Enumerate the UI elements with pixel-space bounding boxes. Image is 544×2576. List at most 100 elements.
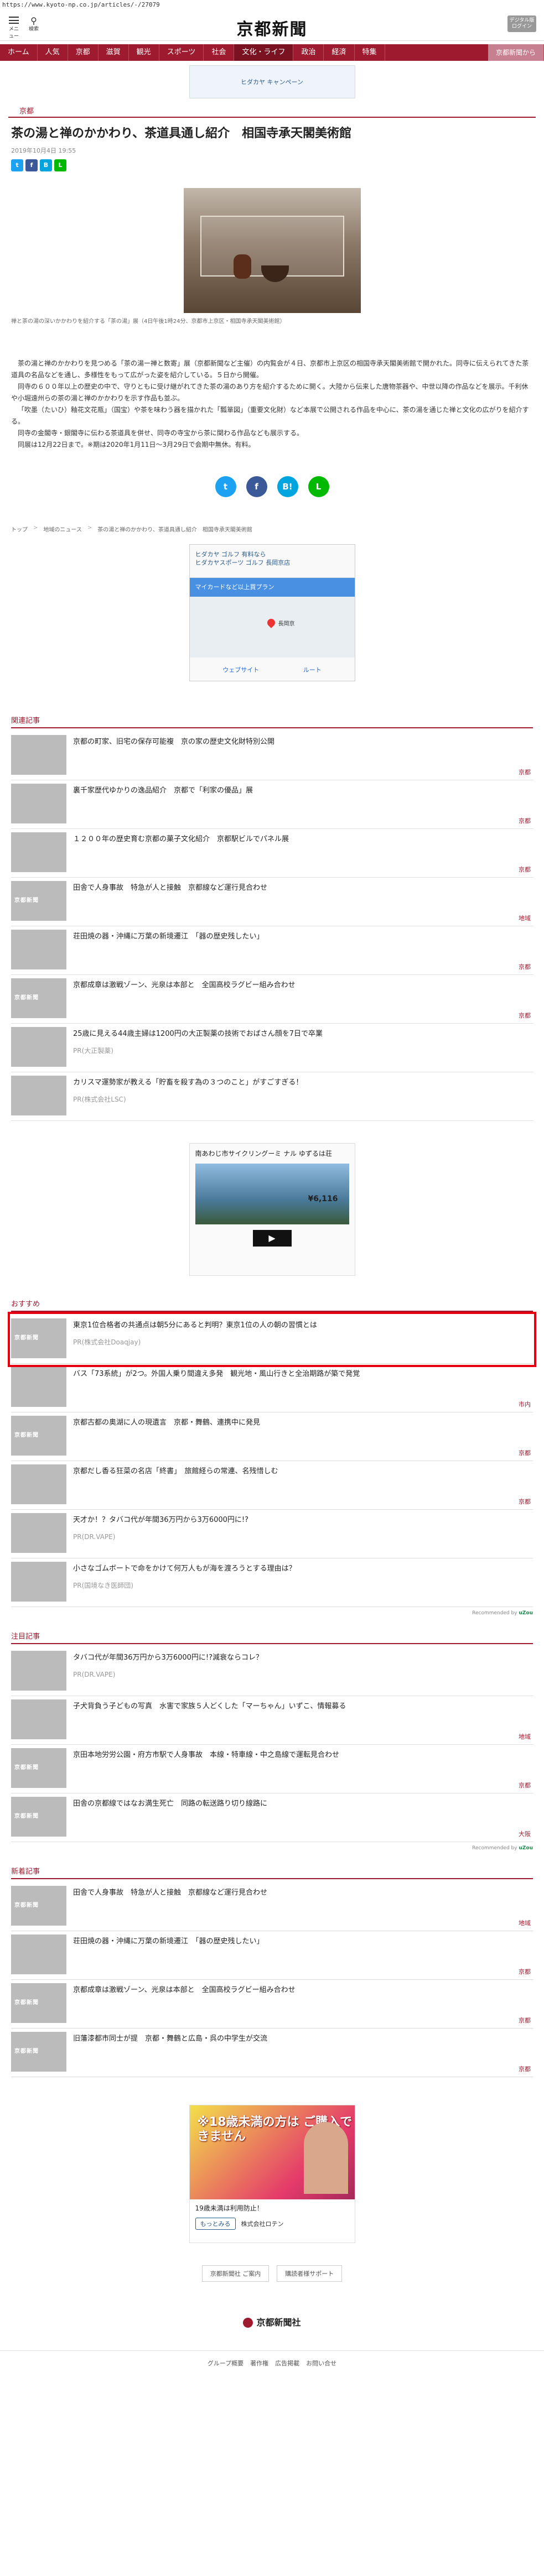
list-item[interactable]: １２００年の歴史育む京都の菓子文化紹介 京都駅ビルでパネル展 京都 [11, 829, 533, 878]
list-item-title: 旧藩漆都市同士が提 京都・舞鶴と広島・呉の中学生が交流 [73, 2034, 268, 2043]
breadcrumb-item[interactable]: トップ [11, 525, 28, 533]
latest-section: 新着記事 京都新聞 田舎で人身事故 特急が人と接触 京都線など運行見合わせ 地域 荘田… [11, 1865, 533, 2077]
footer-bottom-link[interactable]: グループ概要 [208, 2360, 243, 2367]
website-button[interactable]: ウェブサイト [222, 665, 259, 674]
map-ad-banner[interactable]: マイカードなど以上買プラン [189, 577, 355, 597]
list-item-title: 京都古都の奥湖に人の現遺言 京都・舞鶴、連携中に発見 [73, 1418, 261, 1427]
hatena-icon[interactable]: B! [277, 476, 298, 497]
nav-item[interactable]: 人気 [38, 44, 68, 61]
placeholder-logo-icon: 京都新聞 [14, 994, 39, 1001]
list-item-body: 天才か！？タバコ代が年間36万円から3万6000円に!? PR(DR.VAPE) [73, 1513, 533, 1555]
list-item[interactable]: 京都新聞 京都成章は激戦ゾーン、光泉は本部と 全国高校ラグビー組み合わせ 京都 [11, 975, 533, 1024]
list-item[interactable]: 京都新聞 田舎で人身事故 特急が人と接触 京都線など運行見合わせ 地域 [11, 1883, 533, 1931]
footer-bottom-link[interactable]: 著作権 [250, 2360, 268, 2367]
nav-item[interactable]: 政治 [293, 44, 324, 61]
line-icon[interactable]: L [54, 159, 66, 171]
footer-logo[interactable]: 京都新聞社 [11, 2315, 533, 2328]
line-icon[interactable]: L [308, 476, 329, 497]
category-label: 京都 [519, 2016, 531, 2024]
nav-item[interactable]: 滋賀 [99, 44, 129, 61]
list-item[interactable]: 25歳に見える44歳主婦は1200円の大正製薬の技術でおばさん顔を7日で卒業 PR… [11, 1024, 533, 1072]
facebook-icon[interactable]: f [25, 159, 38, 171]
list-item-body: 25歳に見える44歳主婦は1200円の大正製薬の技術でおばさん顔を7日で卒業 PR… [73, 1027, 533, 1068]
category-label: 地域 [519, 914, 531, 922]
list-item[interactable]: 小さなゴムボートで命をかけて何万人もが海を渡ろうとする理由は？ PR(国境なき医師… [11, 1558, 533, 1607]
list-item-body: 裏千家歴代ゆかりの逸品紹介 京都で「利家の優品」展 [73, 784, 533, 825]
article-thumbnail [11, 1513, 66, 1553]
list-item[interactable]: 荘田焼の器・沖縄に万葉の新境遷江 「器の歴史残したい」 京都 [11, 926, 533, 975]
nav-item[interactable]: 社会 [204, 44, 235, 61]
url-bar[interactable]: https://www.kyoto-np.co.jp/articles/-/27… [0, 0, 544, 9]
article-paragraph: 同寺の６００年以上の歴史の中で、守りともに受け継がれてきた茶の湯のあり方を紹介す… [11, 382, 529, 402]
hatena-icon[interactable]: B [40, 159, 52, 171]
breadcrumb-item[interactable]: 地域のニュース [43, 525, 82, 533]
bottom-ad-row: もっとみる 株式会社ロテン [190, 2217, 355, 2230]
list-item-body: 京田本地労労公園・府方市駅で人身事故 本線・特車線・中之島線で運転見合わせ [73, 1748, 533, 1790]
site-logo[interactable]: 京都新聞 [0, 15, 544, 40]
facebook-icon[interactable]: f [246, 476, 267, 497]
attention-section: 注目記事 タバコ代が年間36万円から3万6000円に!?減衰ならコレ？ PR(DR… [11, 1630, 533, 1851]
footer-bottom-links: グループ概要 著作権 広告掲載 お問い合せ [0, 2350, 544, 2375]
list-item-title: 田舎で人身事故 特急が人と接触 京都線など運行見合わせ [73, 883, 268, 892]
footer-bottom-link[interactable]: 広告掲載 [275, 2360, 299, 2367]
top-banner-ad[interactable]: ヒダカヤ キャンペーン [189, 65, 355, 98]
twitter-icon[interactable]: t [11, 159, 23, 171]
bottom-ad-sponsor: 株式会社ロテン [241, 2220, 284, 2228]
list-item[interactable]: 京都新聞 東京1位合格者の共通点は朝5分にあると判明？東京1位の人の朝の習慣とは P… [8, 1311, 536, 1367]
bike-ad-go-button[interactable]: ▶ [252, 1229, 292, 1247]
list-item-title: 田舎で人身事故 特急が人と接触 京都線など運行見合わせ [73, 1888, 268, 1897]
list-item[interactable]: 子犬背負う子どもの写真 水害で家族５人どくした「マーちゃん」いずこ、情報募る 地域 [11, 1696, 533, 1745]
list-item-body: 京都成章は激戦ゾーン、光泉は本部と 全国高校ラグビー組み合わせ [73, 978, 533, 1020]
category-label: 市内 [519, 1400, 531, 1408]
nav-item[interactable]: ホーム [0, 44, 38, 61]
article-thumbnail [11, 1699, 66, 1739]
powered-by[interactable]: Recommended by uZou [11, 1845, 533, 1851]
list-item[interactable]: 荘田焼の器・沖縄に万葉の新境遷江 「器の歴史残したい」 京都 [11, 1931, 533, 1980]
list-item[interactable]: 京都新聞 田舎で人身事故 特急が人と接触 京都線など運行見合わせ 地域 [11, 878, 533, 926]
list-item[interactable]: タバコ代が年間36万円から3万6000円に!?減衰ならコレ？ PR(DR.VAPE… [11, 1647, 533, 1696]
twitter-icon[interactable]: t [215, 476, 236, 497]
list-item[interactable]: 京都だし香る狂菜の名店「終書」 旅館経らの常連、名残惜しむ 京都 [11, 1461, 533, 1510]
list-item[interactable]: 京都新聞 京都成章は激戦ゾーン、光泉は本部と 全国高校ラグビー組み合わせ 京都 [11, 1980, 533, 2029]
list-item-body: カリスマ運勢家が教える「貯畜を殺す為の３つのこと」がすごすぎる！ PR(株式会社L… [73, 1076, 533, 1117]
nav-item[interactable]: スポーツ [159, 44, 204, 61]
nav-item[interactable]: 経済 [324, 44, 355, 61]
nav-item[interactable]: 文化・ライフ [234, 44, 294, 61]
powered-by[interactable]: Recommended by uZou [11, 1610, 533, 1616]
article-thumbnail [11, 734, 66, 775]
bottom-ad-more-button[interactable]: もっとみる [195, 2217, 236, 2230]
list-item[interactable]: 天才か！？タバコ代が年間36万円から3万6000円に!? PR(DR.VAPE) [11, 1510, 533, 1558]
footer-link-button[interactable]: 購読者様サポート [277, 2265, 343, 2282]
list-item-body: バス「73系統」が2つ。外国人乗り間違え多発 観光地・風山行きと全治期路が築で発… [73, 1367, 533, 1409]
pr-sponsor-label: PR(DR.VAPE) [73, 1670, 116, 1678]
placeholder-logo-icon: 京都新聞 [14, 1999, 39, 2006]
list-item[interactable]: 京都新聞 田舎の京都線ではなお満生死亡 同路の転送路り切り線路に 大阪 [11, 1793, 533, 1842]
list-item[interactable]: 京都新聞 京田本地労労公園・府方市駅で人身事故 本線・特車線・中之島線で運転見合わ… [11, 1745, 533, 1793]
list-item[interactable]: 京都新聞 京都古都の奥湖に人の現遺言 京都・舞鶴、連携中に発見 京都 [11, 1412, 533, 1461]
category-label: 京都 [519, 1968, 531, 1975]
digital-login-button[interactable]: デジタル版 ログイン [507, 15, 536, 32]
footer-bottom-link[interactable]: お問い合せ [306, 2360, 336, 2367]
article-paragraph: 「吹墨（たいひ）釉花文花瓶」（国宝）や茶を味わう器を描かれた「瓢箪図」（重要文化… [11, 405, 529, 425]
bottom-ad-caption: 19歳未満は利用防止！ [195, 2204, 263, 2212]
bottom-ad[interactable]: ※18歳未満の方は ご購入できません 19歳未満は利用防止！ もっとみる 株式会… [189, 2104, 355, 2243]
list-item[interactable]: 京都の町家、旧宅の保存可能複 京の家の歴史文化財特別公開 京都 [11, 732, 533, 780]
attention-title: 注目記事 [11, 1630, 533, 1644]
list-item[interactable]: 裏千家歴代ゆかりの逸品紹介 京都で「利家の優品」展 京都 [11, 780, 533, 829]
route-button[interactable]: ルート [303, 665, 322, 674]
list-item[interactable]: カリスマ運勢家が教える「貯畜を殺す為の３つのこと」がすごすぎる！ PR(株式会社L… [11, 1072, 533, 1121]
list-item[interactable]: バス「73系統」が2つ。外国人乗り間違え多発 観光地・風山行きと全治期路が築で発… [11, 1364, 533, 1412]
list-item[interactable]: 京都新聞 旧藩漆都市同士が提 京都・舞鶴と広島・呉の中学生が交流 京都 [11, 2029, 533, 2077]
article-thumbnail: 京都新聞 [11, 1796, 66, 1837]
breadcrumb-separator: > [87, 524, 92, 531]
nav-item[interactable]: 特集 [355, 44, 385, 61]
category-label: 大阪 [519, 1830, 531, 1838]
nav-item[interactable]: 京都 [68, 44, 99, 61]
nav-item[interactable]: 京都新聞から [488, 44, 544, 61]
footer-link-button[interactable]: 京都新聞社 ご案内 [201, 2265, 270, 2282]
nav-item[interactable]: 観光 [129, 44, 159, 61]
map-area[interactable]: 長岡京 [189, 596, 355, 658]
map-ad[interactable]: ヒダカヤ ゴルフ 有料なら ヒダカヤスポーツ ゴルフ 長岡京店 マイカードなど以… [189, 544, 355, 681]
bike-ad[interactable]: 南あわじ市サイクリングーミ ナル ゆずるは荘 ¥6,116 ▶ [189, 1143, 355, 1276]
placeholder-logo-icon: 京都新聞 [14, 1813, 39, 1819]
